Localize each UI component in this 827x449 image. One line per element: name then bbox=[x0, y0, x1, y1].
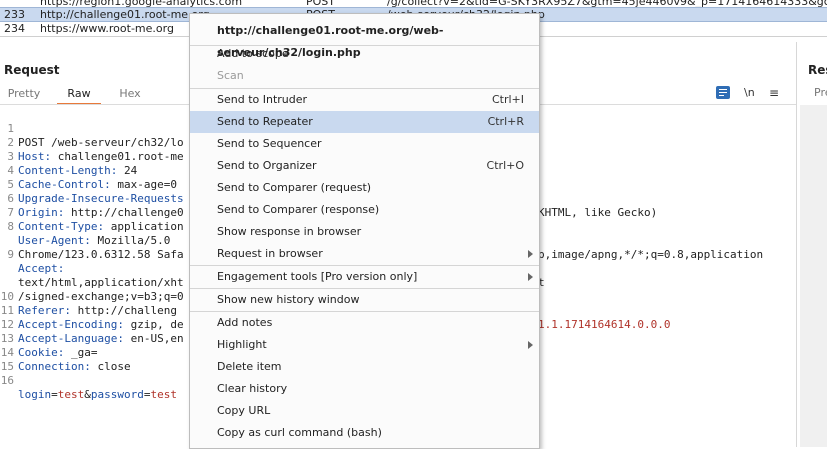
history-row-host: http://challenge01.root-me.org bbox=[40, 8, 210, 21]
user-agent-tail: KHTML, like Gecko) bbox=[538, 206, 658, 219]
tab-pretty-response[interactable]: Pre bbox=[814, 86, 827, 99]
menu-item-send-to-repeater[interactable]: Send to Repeater Ctrl+R bbox=[190, 111, 539, 133]
editor-line: 9 Accept: bbox=[7, 248, 65, 275]
response-pane-title: Res bbox=[808, 63, 827, 77]
menu-item-clear-history[interactable]: Clear history bbox=[190, 378, 539, 400]
accept-tail: p,image/apng,*/*;q=0.8,application bbox=[538, 248, 764, 261]
menu-item-add-notes[interactable]: Add notes bbox=[190, 312, 539, 334]
header-key: User-Agent: bbox=[18, 234, 91, 247]
menu-item-show-response-in-browser[interactable]: Show response in browser bbox=[190, 221, 539, 243]
header-value: _ga= bbox=[64, 346, 98, 359]
header-value: max-age=0 bbox=[110, 178, 177, 191]
tab-pretty[interactable]: Pretty bbox=[4, 84, 44, 103]
wrap-lines-icon[interactable] bbox=[716, 86, 730, 99]
menu-item-send-to-comparer-request[interactable]: Send to Comparer (request) bbox=[190, 177, 539, 199]
shortcut-label: Ctrl+O bbox=[486, 159, 524, 172]
header-key: Accept-Encoding: bbox=[18, 318, 124, 331]
header-value: en-US,en bbox=[123, 332, 184, 345]
header-value: http://challeng bbox=[70, 304, 177, 317]
header-key: Content-Length: bbox=[18, 164, 118, 177]
header-key: Cache-Control: bbox=[18, 178, 111, 191]
header-value: application bbox=[104, 220, 184, 233]
header-value: close bbox=[90, 360, 131, 373]
editor-line: text/html,application/xht bbox=[18, 276, 184, 289]
split-divider[interactable] bbox=[796, 42, 797, 447]
submenu-arrow-icon bbox=[528, 273, 533, 281]
menu-item-send-to-intruder[interactable]: Send to Intruder Ctrl+I bbox=[190, 89, 539, 111]
editor-line: 3 Content-Length: 24 bbox=[7, 150, 138, 177]
editor-line: 2 Host: challenge01.root-me bbox=[7, 136, 184, 163]
header-value: gzip, de bbox=[123, 318, 184, 331]
submenu-arrow-icon bbox=[528, 250, 533, 258]
menu-item-copy-as-curl[interactable]: Copy as curl command (bash) bbox=[190, 422, 539, 444]
editor-line: 1 POST /web-serveur/ch32/lo bbox=[7, 122, 184, 149]
menu-header-url: http://challenge01.root-me.org/web-serve… bbox=[217, 24, 444, 59]
response-editor[interactable] bbox=[800, 105, 827, 447]
editor-line: Chrome/123.0.6312.58 Safa bbox=[18, 248, 184, 261]
editor-line: 10 Referer: http://challeng bbox=[0, 290, 177, 317]
editor-line: 5 Upgrade-Insecure-Requests bbox=[7, 178, 184, 205]
menu-item-request-in-browser[interactable]: Request in browser bbox=[190, 243, 539, 265]
tab-hex[interactable]: Hex bbox=[110, 84, 150, 103]
editor-line: 8 User-Agent: Mozilla/5.0 bbox=[7, 220, 171, 247]
header-key: Upgrade-Insecure-Requests bbox=[18, 192, 184, 205]
body-param-separator: & bbox=[84, 388, 91, 401]
request-pane-title: Request bbox=[4, 63, 60, 77]
menu-item-copy-url[interactable]: Copy URL bbox=[190, 400, 539, 422]
editor-line: 7 Content-Type: application bbox=[7, 206, 184, 233]
body-param-value: test bbox=[57, 388, 85, 401]
header-value: 24 bbox=[117, 164, 138, 177]
header-key: Connection: bbox=[18, 360, 91, 373]
editor-line: 11 Accept-Encoding: gzip, de bbox=[0, 304, 184, 331]
submenu-arrow-icon bbox=[528, 341, 533, 349]
menu-item-send-to-sequencer[interactable]: Send to Sequencer bbox=[190, 133, 539, 155]
editor-line: /signed-exchange;v=b3;q=0 bbox=[18, 290, 184, 303]
menu-item-add-to-scope[interactable]: Add to scope bbox=[190, 43, 539, 65]
body-param-key: password bbox=[90, 388, 144, 401]
header-key: Accept-Language: bbox=[18, 332, 124, 345]
history-row-number: 234 bbox=[4, 22, 25, 35]
header-key: Content-Type: bbox=[18, 220, 105, 233]
history-row-host: https://www.root-me.org bbox=[40, 22, 174, 35]
menu-item-send-to-organizer[interactable]: Send to Organizer Ctrl+O bbox=[190, 155, 539, 177]
editor-line: 12 Accept-Language: en-US,en bbox=[0, 318, 184, 345]
menu-item-scan: Scan bbox=[217, 69, 244, 82]
menu-item-highlight[interactable]: Highlight bbox=[190, 334, 539, 356]
cookie-tail: 1.1.1714164614.0.0.0 bbox=[538, 318, 671, 331]
newline-toggle-button[interactable]: \n bbox=[744, 86, 755, 100]
editor-line: 15 bbox=[0, 360, 14, 373]
header-value: http://challenge0 bbox=[64, 206, 184, 219]
shortcut-label: Ctrl+R bbox=[487, 115, 524, 128]
shortcut-label: Ctrl+I bbox=[491, 93, 524, 106]
editor-line: 6 Origin: http://challenge0 bbox=[7, 192, 184, 219]
editor-line-body: 16 login=test&password=test bbox=[0, 374, 177, 401]
editor-line: 14 Connection: close bbox=[0, 346, 131, 373]
header-value: challenge01.root-me bbox=[51, 150, 184, 163]
header-value: Mozilla/5.0 bbox=[90, 234, 171, 247]
menu-item-delete-item[interactable]: Delete item bbox=[190, 356, 539, 378]
context-menu: http://challenge01.root-me.org/web-serve… bbox=[189, 13, 540, 449]
menu-icon[interactable]: ≡ bbox=[769, 86, 779, 100]
menu-item-send-to-comparer-response[interactable]: Send to Comparer (response) bbox=[190, 199, 539, 221]
tab-raw[interactable]: Raw bbox=[57, 84, 101, 105]
body-param-value: test bbox=[150, 388, 177, 401]
menu-item-engagement-tools[interactable]: Engagement tools [Pro version only] bbox=[190, 266, 539, 288]
body-param-key: login bbox=[18, 388, 52, 401]
menu-item-show-new-history-window[interactable]: Show new history window bbox=[190, 289, 539, 311]
editor-line: 13 Cookie: _ga= bbox=[0, 332, 98, 359]
editor-line: 4 Cache-Control: max-age=0 bbox=[7, 164, 177, 191]
history-row-number: 233 bbox=[4, 8, 25, 21]
request-view-tabs: Pretty Raw Hex bbox=[0, 84, 190, 105]
